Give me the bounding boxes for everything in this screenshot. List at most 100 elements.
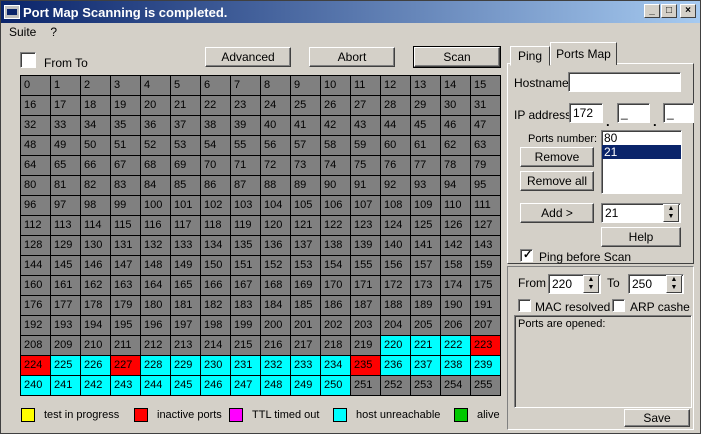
port-cell[interactable]: 157 — [411, 256, 441, 276]
port-cell[interactable]: 154 — [321, 256, 351, 276]
port-cell[interactable]: 184 — [261, 296, 291, 316]
port-cell[interactable]: 82 — [81, 176, 111, 196]
port-cell[interactable]: 28 — [381, 96, 411, 116]
port-cell[interactable]: 74 — [321, 156, 351, 176]
port-cell[interactable]: 238 — [441, 356, 471, 376]
save-button[interactable]: Save — [624, 409, 690, 427]
port-cell[interactable]: 93 — [411, 176, 441, 196]
port-cell[interactable]: 63 — [471, 136, 501, 156]
port-cell[interactable]: 232 — [261, 356, 291, 376]
ports-list-item[interactable]: 80 — [602, 131, 681, 145]
port-cell[interactable]: 131 — [111, 236, 141, 256]
port-cell[interactable]: 11 — [351, 76, 381, 96]
port-cell[interactable]: 205 — [411, 316, 441, 336]
port-cell[interactable]: 160 — [21, 276, 51, 296]
port-cell[interactable]: 46 — [441, 116, 471, 136]
port-cell[interactable]: 42 — [321, 116, 351, 136]
port-cell[interactable]: 86 — [201, 176, 231, 196]
port-cell[interactable]: 183 — [231, 296, 261, 316]
port-cell[interactable]: 235 — [351, 356, 381, 376]
ip-octet-1[interactable]: 172 — [569, 103, 603, 123]
port-cell[interactable]: 177 — [51, 296, 81, 316]
port-cell[interactable]: 171 — [351, 276, 381, 296]
port-cell[interactable]: 77 — [411, 156, 441, 176]
port-cell[interactable]: 24 — [261, 96, 291, 116]
port-cell[interactable]: 206 — [441, 316, 471, 336]
port-cell[interactable]: 20 — [141, 96, 171, 116]
port-cell[interactable]: 128 — [21, 236, 51, 256]
port-cell[interactable]: 47 — [471, 116, 501, 136]
port-cell[interactable]: 104 — [261, 196, 291, 216]
port-cell[interactable]: 207 — [471, 316, 501, 336]
port-cell[interactable]: 198 — [201, 316, 231, 336]
maximize-button[interactable]: □ — [661, 4, 677, 18]
port-cell[interactable]: 169 — [291, 276, 321, 296]
port-cell[interactable]: 153 — [291, 256, 321, 276]
port-cell[interactable]: 130 — [81, 236, 111, 256]
port-cell[interactable]: 124 — [381, 216, 411, 236]
port-cell[interactable]: 135 — [231, 236, 261, 256]
port-cell[interactable]: 147 — [111, 256, 141, 276]
port-cell[interactable]: 221 — [411, 336, 441, 356]
port-cell[interactable]: 137 — [291, 236, 321, 256]
port-cell[interactable]: 76 — [381, 156, 411, 176]
port-cell[interactable]: 146 — [81, 256, 111, 276]
port-cell[interactable]: 253 — [411, 376, 441, 396]
port-cell[interactable]: 158 — [441, 256, 471, 276]
port-cell[interactable]: 109 — [411, 196, 441, 216]
port-cell[interactable]: 32 — [21, 116, 51, 136]
port-cell[interactable]: 8 — [261, 76, 291, 96]
port-cell[interactable]: 188 — [381, 296, 411, 316]
port-cell[interactable]: 105 — [291, 196, 321, 216]
port-cell[interactable]: 113 — [51, 216, 81, 236]
port-cell[interactable]: 15 — [471, 76, 501, 96]
port-cell[interactable]: 23 — [231, 96, 261, 116]
port-cell[interactable]: 55 — [231, 136, 261, 156]
port-cell[interactable]: 44 — [381, 116, 411, 136]
port-cell[interactable]: 67 — [111, 156, 141, 176]
port-cell[interactable]: 164 — [141, 276, 171, 296]
port-cell[interactable]: 213 — [171, 336, 201, 356]
port-cell[interactable]: 126 — [441, 216, 471, 236]
port-cell[interactable]: 173 — [411, 276, 441, 296]
port-cell[interactable]: 80 — [21, 176, 51, 196]
port-cell[interactable]: 194 — [81, 316, 111, 336]
port-cell[interactable]: 89 — [291, 176, 321, 196]
port-cell[interactable]: 255 — [471, 376, 501, 396]
port-cell[interactable]: 26 — [321, 96, 351, 116]
port-cell[interactable]: 9 — [291, 76, 321, 96]
port-cell[interactable]: 120 — [261, 216, 291, 236]
port-cell[interactable]: 39 — [231, 116, 261, 136]
port-cell[interactable]: 168 — [261, 276, 291, 296]
port-cell[interactable]: 115 — [111, 216, 141, 236]
port-cell[interactable]: 65 — [51, 156, 81, 176]
port-cell[interactable]: 140 — [381, 236, 411, 256]
port-cell[interactable]: 247 — [231, 376, 261, 396]
port-cell[interactable]: 12 — [381, 76, 411, 96]
port-cell[interactable]: 149 — [171, 256, 201, 276]
port-cell[interactable]: 226 — [81, 356, 111, 376]
port-cell[interactable]: 5 — [171, 76, 201, 96]
port-cell[interactable]: 100 — [141, 196, 171, 216]
port-cell[interactable]: 50 — [81, 136, 111, 156]
port-cell[interactable]: 85 — [171, 176, 201, 196]
port-cell[interactable]: 91 — [351, 176, 381, 196]
port-cell[interactable]: 156 — [381, 256, 411, 276]
port-cell[interactable]: 72 — [261, 156, 291, 176]
port-cell[interactable]: 73 — [291, 156, 321, 176]
port-cell[interactable]: 106 — [321, 196, 351, 216]
to-port-spinner[interactable]: ▲ ▼ — [666, 275, 682, 293]
port-cell[interactable]: 84 — [141, 176, 171, 196]
port-cell[interactable]: 114 — [81, 216, 111, 236]
port-cell[interactable]: 45 — [411, 116, 441, 136]
port-cell[interactable]: 223 — [471, 336, 501, 356]
port-cell[interactable]: 228 — [141, 356, 171, 376]
port-cell[interactable]: 185 — [291, 296, 321, 316]
port-cell[interactable]: 236 — [381, 356, 411, 376]
port-cell[interactable]: 3 — [111, 76, 141, 96]
port-cell[interactable]: 54 — [201, 136, 231, 156]
port-cell[interactable]: 36 — [141, 116, 171, 136]
port-cell[interactable]: 200 — [261, 316, 291, 336]
port-cell[interactable]: 215 — [231, 336, 261, 356]
port-cell[interactable]: 170 — [321, 276, 351, 296]
